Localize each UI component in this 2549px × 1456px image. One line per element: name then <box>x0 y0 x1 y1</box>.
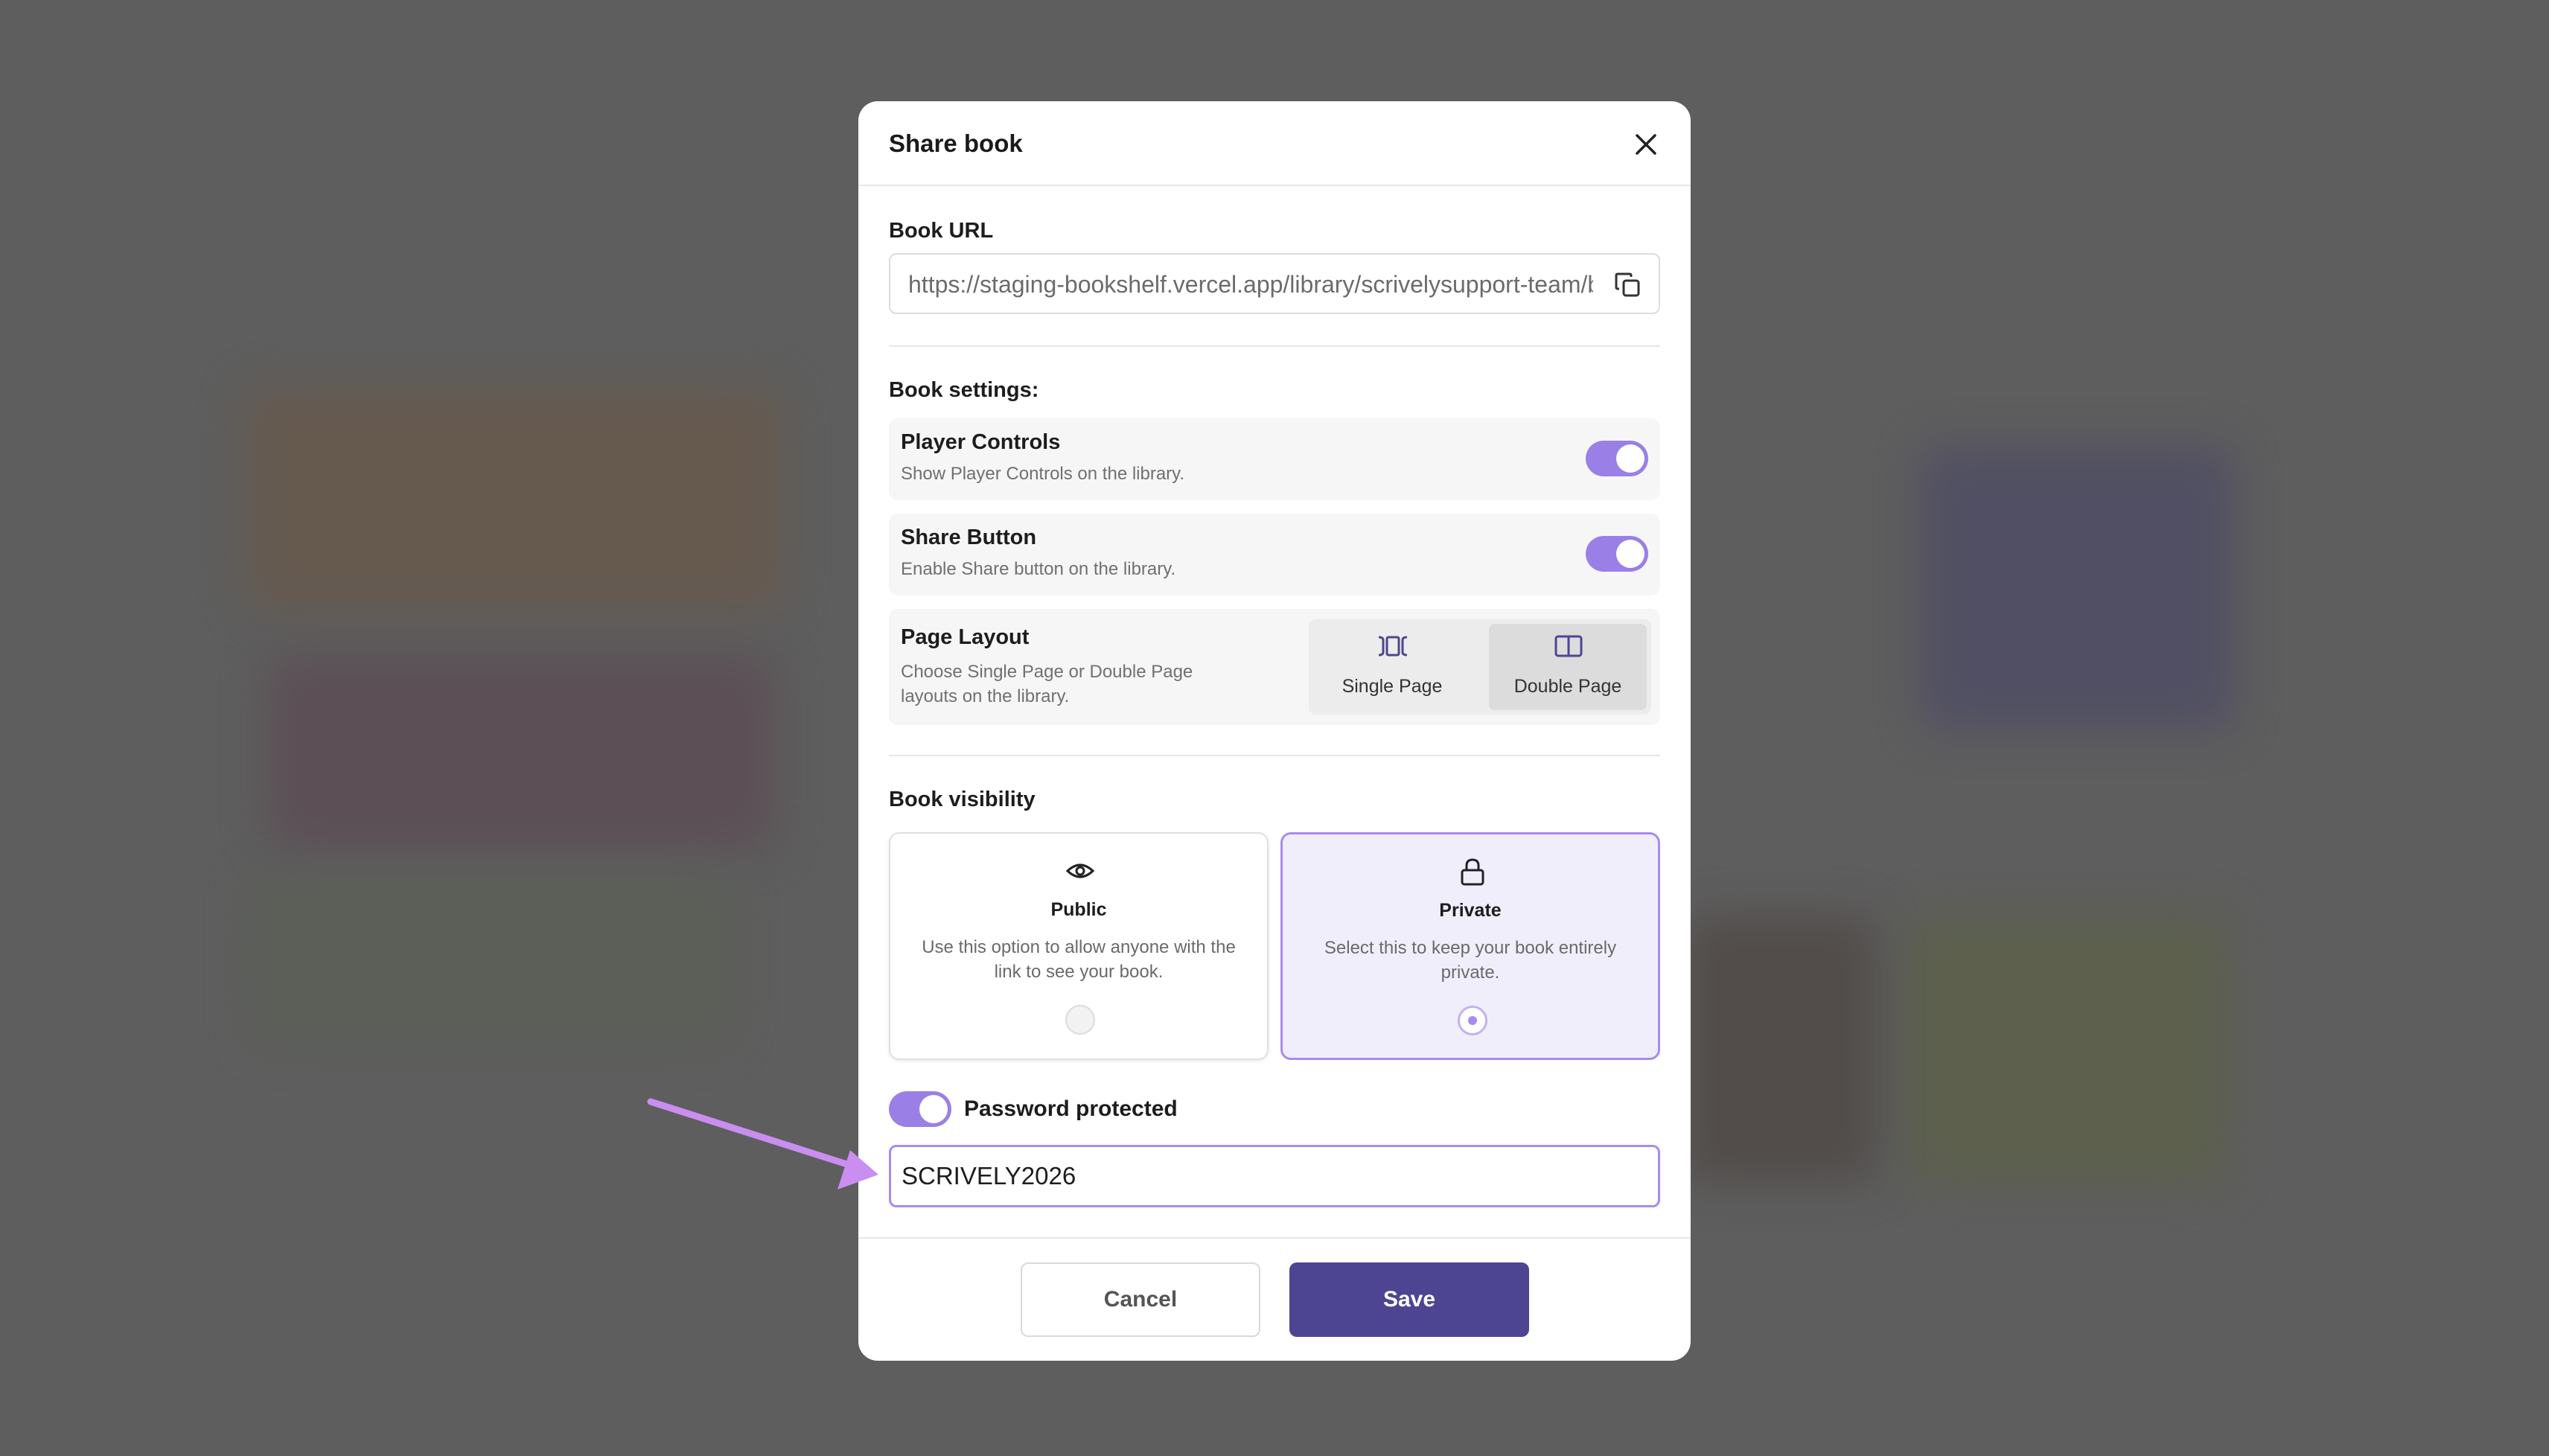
double-page-label: Double Page <box>1513 676 1622 697</box>
setting-row-page-layout: Page Layout Choose Single Page or Double… <box>889 609 1660 725</box>
setting-description: Show Player Controls on the library. <box>901 464 1185 484</box>
toggle-knob <box>1616 444 1644 473</box>
close-button[interactable] <box>1631 130 1661 159</box>
setting-title: Page Layout <box>901 625 1030 649</box>
player-controls-toggle[interactable] <box>1586 441 1648 476</box>
dialog-header: Share book <box>858 101 1691 186</box>
toggle-knob <box>919 1095 948 1123</box>
private-radio[interactable] <box>1458 1006 1487 1035</box>
divider <box>889 345 1660 347</box>
copy-url-button[interactable] <box>1614 271 1642 299</box>
cancel-button[interactable]: Cancel <box>1021 1262 1260 1337</box>
setting-description: Choose Single Page or Double Page layout… <box>901 662 1193 706</box>
eye-icon <box>1065 856 1095 890</box>
page-layout-switch: Single Page Double Page <box>1309 619 1651 715</box>
save-button[interactable]: Save <box>1289 1262 1529 1337</box>
book-url-field[interactable]: https://staging-bookshelf.vercel.app/lib… <box>889 253 1660 314</box>
single-page-option[interactable]: Single Page <box>1313 624 1471 710</box>
private-title: Private <box>1439 900 1502 921</box>
double-page-icon <box>1554 635 1583 657</box>
close-icon <box>1636 134 1656 155</box>
setting-title: Player Controls <box>901 430 1061 454</box>
private-description: Select this to keep your book entirely p… <box>1324 938 1617 983</box>
single-page-label: Single Page <box>1342 676 1443 697</box>
double-page-option[interactable]: Double Page <box>1489 624 1647 710</box>
visibility-private-card[interactable]: Private Select this to keep your book en… <box>1280 832 1660 1060</box>
single-page-icon <box>1378 636 1408 657</box>
share-book-dialog: Share book Book URL https://staging-book… <box>858 101 1691 1361</box>
divider <box>889 755 1660 756</box>
dialog-title: Share book <box>889 130 1023 157</box>
password-protected-label: Password protected <box>964 1096 1178 1121</box>
setting-row-player-controls: Player Controls Show Player Controls on … <box>889 418 1660 500</box>
book-url-text[interactable]: https://staging-bookshelf.vercel.app/lib… <box>908 271 1593 298</box>
book-visibility-label: Book visibility <box>889 788 1036 811</box>
public-description: Use this option to allow anyone with the… <box>922 937 1236 982</box>
book-settings-label: Book settings: <box>889 378 1039 402</box>
setting-row-share-button: Share Button Enable Share button on the … <box>889 514 1660 596</box>
password-input[interactable] <box>889 1145 1660 1207</box>
copy-icon <box>1615 272 1640 297</box>
lock-icon <box>1458 857 1487 890</box>
setting-title: Share Button <box>901 526 1037 549</box>
public-title: Public <box>1050 899 1107 920</box>
footer-divider <box>858 1237 1691 1239</box>
password-protected-toggle[interactable] <box>889 1091 951 1127</box>
toggle-knob <box>1616 540 1644 568</box>
visibility-public-card[interactable]: Public Use this option to allow anyone w… <box>889 832 1269 1060</box>
setting-description: Enable Share button on the library. <box>901 559 1176 579</box>
public-radio[interactable] <box>1065 1005 1095 1035</box>
book-url-label: Book URL <box>889 219 994 243</box>
share-button-toggle[interactable] <box>1586 536 1648 572</box>
